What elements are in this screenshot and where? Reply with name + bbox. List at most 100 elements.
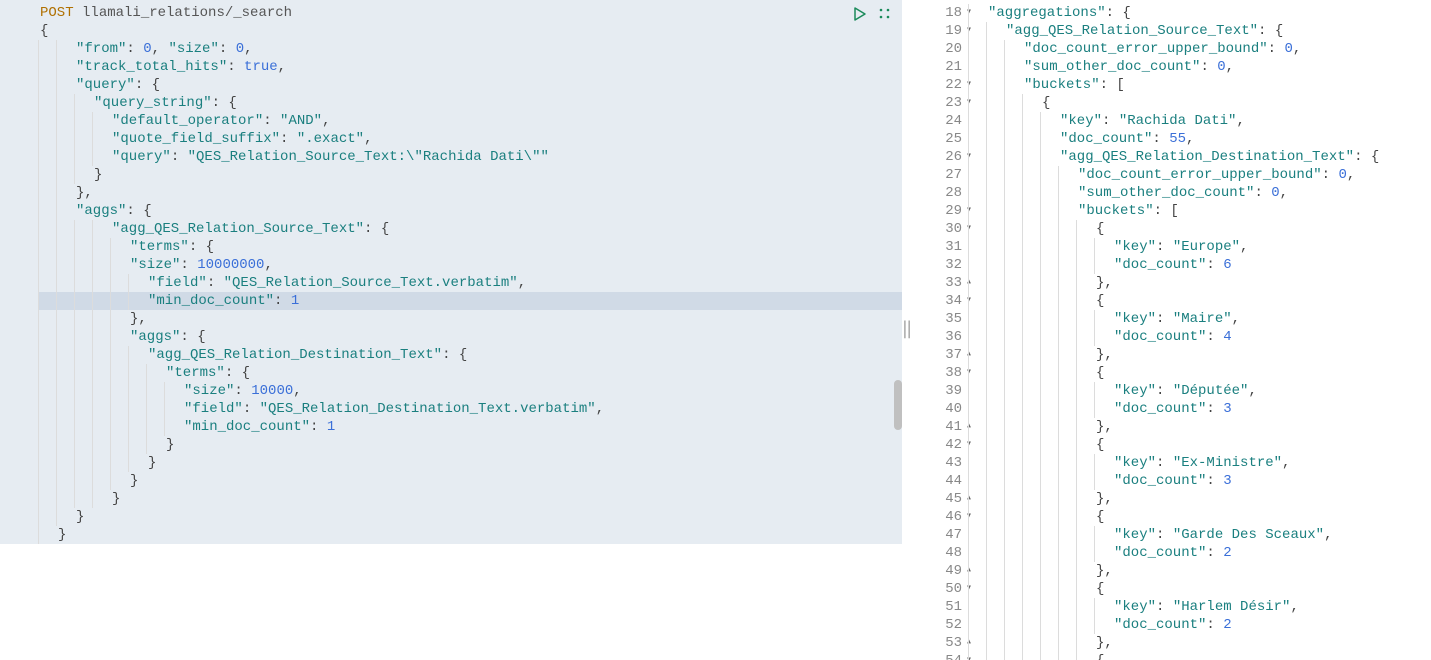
line-number: 40 (912, 400, 962, 418)
code-line[interactable]: "terms": { (38, 364, 902, 382)
line-number: 39 (912, 382, 962, 400)
code-line[interactable]: "from": 0, "size": 0, (38, 40, 902, 58)
code-line: "doc_count": 55, (968, 130, 1431, 148)
code-line: "agg_QES_Relation_Destination_Text": { (968, 148, 1431, 166)
code-line: "doc_count": 3 (968, 400, 1431, 418)
left-scrollbar-thumb[interactable] (894, 380, 902, 430)
code-line[interactable]: } (38, 454, 902, 472)
request-code[interactable]: POST llamali_relations/_search{"from": 0… (38, 4, 902, 544)
line-number: 30▾ (912, 220, 962, 238)
code-line: "doc_count": 6 (968, 256, 1431, 274)
code-line[interactable]: POST llamali_relations/_search (38, 4, 902, 22)
code-line: { (968, 652, 1431, 660)
code-line: "doc_count_error_upper_bound": 0, (968, 166, 1431, 184)
code-line: { (968, 508, 1431, 526)
line-number: 42▾ (912, 436, 962, 454)
pane-divider[interactable]: ‖ (902, 0, 912, 660)
line-number: 28 (912, 184, 962, 202)
code-line[interactable]: "agg_QES_Relation_Destination_Text": { (38, 346, 902, 364)
code-line: "key": "Harlem Désir", (968, 598, 1431, 616)
code-line[interactable]: "field": "QES_Relation_Source_Text.verba… (38, 274, 902, 292)
code-line[interactable]: "aggs": { (38, 328, 902, 346)
options-button[interactable] (878, 7, 892, 21)
code-line: "sum_other_doc_count": 0, (968, 58, 1431, 76)
code-line: { (968, 220, 1431, 238)
code-line: }, (968, 634, 1431, 652)
line-number: 19▾ (912, 22, 962, 40)
code-line[interactable]: "aggs": { (38, 202, 902, 220)
line-number: 53▴ (912, 634, 962, 652)
code-line: { (968, 292, 1431, 310)
request-editor[interactable]: POST llamali_relations/_search{"from": 0… (0, 0, 902, 544)
code-line[interactable]: } (38, 490, 902, 508)
code-line[interactable]: "query": "QES_Relation_Source_Text:\"Rac… (38, 148, 902, 166)
line-number: 50▾ (912, 580, 962, 598)
code-line: "key": "Maire", (968, 310, 1431, 328)
code-line[interactable]: "terms": { (38, 238, 902, 256)
code-line: "doc_count": 4 (968, 328, 1431, 346)
line-number: 52 (912, 616, 962, 634)
code-line: "doc_count": 2 (968, 544, 1431, 562)
code-line[interactable]: "quote_field_suffix": ".exact", (38, 130, 902, 148)
line-number: 29▾ (912, 202, 962, 220)
code-line: "aggregations": { (968, 4, 1431, 22)
line-number: 24 (912, 112, 962, 130)
response-editor[interactable]: 18▾19▾202122▾23▾242526▾272829▾30▾313233▴… (912, 0, 1431, 660)
run-query-button[interactable] (852, 6, 868, 22)
code-line: "doc_count": 2 (968, 616, 1431, 634)
line-number: 43 (912, 454, 962, 472)
line-number: 18▾ (912, 4, 962, 22)
code-line: }, (968, 490, 1431, 508)
line-number: 54▾ (912, 652, 962, 660)
line-number: 44 (912, 472, 962, 490)
line-number: 23▾ (912, 94, 962, 112)
code-line[interactable]: "size": 10000, (38, 382, 902, 400)
line-number: 45▴ (912, 490, 962, 508)
code-line[interactable]: } (38, 472, 902, 490)
line-number: 48 (912, 544, 962, 562)
code-line: }, (968, 274, 1431, 292)
code-line[interactable]: "query_string": { (38, 94, 902, 112)
code-line: "key": "Europe", (968, 238, 1431, 256)
code-line[interactable]: } (38, 436, 902, 454)
code-line: { (968, 436, 1431, 454)
code-line: "buckets": [ (968, 76, 1431, 94)
code-line[interactable]: "size": 10000000, (38, 256, 902, 274)
response-pane: 18▾19▾202122▾23▾242526▾272829▾30▾313233▴… (912, 0, 1431, 660)
code-line[interactable]: "track_total_hits": true, (38, 58, 902, 76)
request-editor-pane: POST llamali_relations/_search{"from": 0… (0, 0, 902, 660)
code-line: "key": "Garde Des Sceaux", (968, 526, 1431, 544)
code-line: }, (968, 562, 1431, 580)
code-line[interactable]: } (38, 166, 902, 184)
code-line[interactable]: "min_doc_count": 1 (38, 292, 902, 310)
line-number: 26▾ (912, 148, 962, 166)
code-line[interactable]: }, (38, 310, 902, 328)
code-line[interactable]: } (38, 508, 902, 526)
line-number: 21 (912, 58, 962, 76)
code-line: "key": "Députée", (968, 382, 1431, 400)
editor-controls (852, 6, 892, 22)
code-line: }, (968, 346, 1431, 364)
code-line[interactable]: "query": { (38, 76, 902, 94)
line-number: 32 (912, 256, 962, 274)
code-line[interactable]: "default_operator": "AND", (38, 112, 902, 130)
line-number: 20 (912, 40, 962, 58)
code-line[interactable]: "agg_QES_Relation_Source_Text": { (38, 220, 902, 238)
line-number: 31 (912, 238, 962, 256)
left-scrollbar[interactable] (892, 0, 902, 660)
right-gutter: 18▾19▾202122▾23▾242526▾272829▾30▾313233▴… (912, 4, 968, 660)
code-line[interactable]: } (38, 526, 902, 544)
code-line[interactable]: "min_doc_count": 1 (38, 418, 902, 436)
code-line: }, (968, 418, 1431, 436)
code-line[interactable]: }, (38, 184, 902, 202)
code-line: "sum_other_doc_count": 0, (968, 184, 1431, 202)
code-line[interactable]: "field": "QES_Relation_Destination_Text.… (38, 400, 902, 418)
line-number: 47 (912, 526, 962, 544)
code-line[interactable]: { (38, 22, 902, 40)
code-line: "agg_QES_Relation_Source_Text": { (968, 22, 1431, 40)
left-gutter (0, 4, 38, 544)
code-line: { (968, 94, 1431, 112)
line-number: 38▾ (912, 364, 962, 382)
line-number: 51 (912, 598, 962, 616)
line-number: 25 (912, 130, 962, 148)
